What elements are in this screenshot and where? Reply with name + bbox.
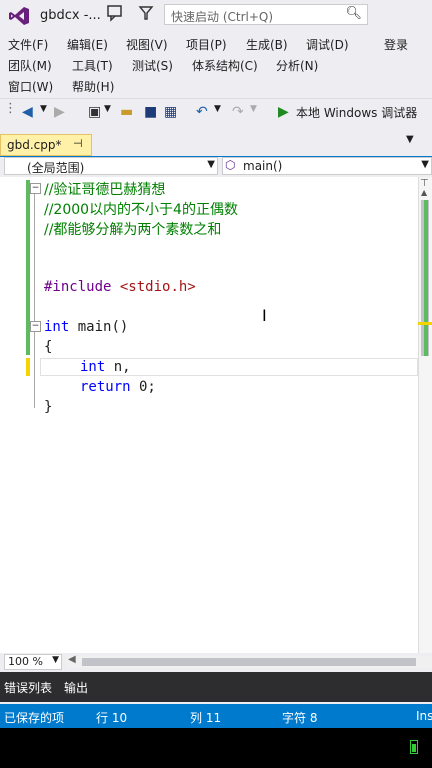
save-icon[interactable]: ■ xyxy=(144,104,157,120)
tab-label: gbd.cpp* xyxy=(7,138,62,152)
keyword: return xyxy=(80,379,131,395)
search-icon[interactable]: 🔍︎ xyxy=(345,6,362,21)
menu-file[interactable]: 文件(F) xyxy=(8,36,48,53)
scope-value: (全局范围) xyxy=(27,161,85,175)
quick-launch-placeholder: 快速启动 (Ctrl+Q) xyxy=(171,10,274,24)
redo-icon[interactable]: ↷ xyxy=(232,104,244,120)
quick-launch-input[interactable]: 快速启动 (Ctrl+Q) 🔍︎ xyxy=(164,4,368,25)
horizontal-scroll-thumb[interactable] xyxy=(82,658,416,666)
mouse-ibeam-cursor-icon: Ι xyxy=(262,306,267,325)
code-text: main() xyxy=(69,319,129,335)
include-header: <stdio.h> xyxy=(119,279,196,295)
function-value: main() xyxy=(243,159,283,173)
code-line-3: //都能够分解为两个素数之和 xyxy=(44,222,222,238)
chevron-down-icon[interactable]: ▼ xyxy=(207,159,215,170)
scroll-left-icon[interactable]: ◀ xyxy=(68,654,76,665)
start-debugging-button[interactable]: 本地 Windows 调试器 xyxy=(296,104,417,121)
start-debugging-icon[interactable]: ▶ xyxy=(278,104,289,120)
collapse-icon[interactable]: − xyxy=(30,183,41,194)
tab-gbd-cpp[interactable]: gbd.cpp* ⊣ xyxy=(0,134,92,156)
toolbar-grip-icon: ⋮ xyxy=(4,101,17,116)
menu-test[interactable]: 测试(S) xyxy=(132,57,173,74)
menu-view[interactable]: 视图(V) xyxy=(126,36,168,53)
zoom-value: 100 % xyxy=(8,655,43,668)
function-icon: ⬡ xyxy=(225,158,236,172)
chevron-down-icon[interactable]: ▼ xyxy=(250,104,257,114)
keyword: int xyxy=(80,359,106,375)
menu-window[interactable]: 窗口(W) xyxy=(8,78,53,95)
collapse-icon[interactable]: − xyxy=(30,321,41,332)
tab-output[interactable]: 输出 xyxy=(64,679,88,696)
screen-footer xyxy=(0,728,432,768)
window-title: gbdcx -... xyxy=(40,8,101,23)
function-dropdown[interactable]: ⬡ main() ▼ xyxy=(222,157,432,175)
code-line-close-brace: } xyxy=(44,399,53,415)
menu-edit[interactable]: 编辑(E) xyxy=(67,36,108,53)
menu-project[interactable]: 项目(P) xyxy=(186,36,227,53)
menu-debug[interactable]: 调试(D) xyxy=(306,36,349,53)
code-line-2: //2000以内的不小于4的正偶数 xyxy=(44,202,238,218)
new-project-icon[interactable]: ▣ xyxy=(88,104,101,120)
code-text: n, xyxy=(105,359,131,375)
code-line-include: #include <stdio.h> xyxy=(44,279,196,295)
battery-icon xyxy=(410,740,418,754)
preprocessor-directive: #include xyxy=(44,279,112,295)
save-all-icon[interactable]: ▦ xyxy=(164,104,177,120)
visual-studio-logo-icon xyxy=(9,7,29,25)
code-line-open-brace: { xyxy=(44,339,53,355)
zoom-dropdown[interactable]: 100 % ▼ xyxy=(4,654,62,670)
undo-icon[interactable]: ↶ xyxy=(196,104,208,120)
feedback-icon[interactable] xyxy=(106,4,124,22)
chevron-down-icon[interactable]: ▼ xyxy=(104,104,111,114)
status-column: 列 11 xyxy=(190,711,222,725)
status-character: 字符 8 xyxy=(282,711,318,725)
chevron-down-icon[interactable]: ▼ xyxy=(421,159,429,170)
tab-error-list[interactable]: 错误列表 xyxy=(4,679,52,696)
code-line-return: return 0; xyxy=(80,379,156,395)
menu-analyze[interactable]: 分析(N) xyxy=(276,57,318,74)
chevron-down-icon[interactable]: ▼ xyxy=(40,104,47,114)
outlining-line xyxy=(34,190,35,408)
scope-dropdown[interactable]: (全局范围) ▼ xyxy=(4,157,218,175)
scroll-up-icon[interactable]: ▲ xyxy=(421,188,427,197)
code-line-declaration: int n, xyxy=(80,359,131,375)
status-saved: 已保存的项 xyxy=(4,711,65,725)
unsaved-changes-margin xyxy=(26,358,30,376)
scroll-change-marker xyxy=(424,200,428,356)
tab-overflow-icon[interactable]: ▼ xyxy=(406,134,414,145)
status-insert-mode: Ins xyxy=(416,709,432,723)
chevron-down-icon[interactable]: ▼ xyxy=(214,104,221,114)
code-editor[interactable] xyxy=(0,177,432,653)
back-icon[interactable]: ◀ xyxy=(22,104,33,120)
menu-tools[interactable]: 工具(T) xyxy=(72,57,113,74)
forward-icon[interactable]: ▶ xyxy=(54,104,65,120)
status-row: 行 10 xyxy=(96,711,128,725)
open-file-icon[interactable]: ▬ xyxy=(120,104,133,120)
menu-architecture[interactable]: 体系结构(C) xyxy=(192,57,258,74)
chevron-down-icon[interactable]: ▼ xyxy=(52,655,59,665)
keyword: int xyxy=(44,319,70,335)
menu-team[interactable]: 团队(M) xyxy=(8,57,52,74)
pin-icon[interactable]: ⊣ xyxy=(73,137,83,150)
scroll-caret-marker xyxy=(418,322,432,325)
code-text: 0; xyxy=(130,379,156,395)
filter-icon[interactable] xyxy=(138,4,154,22)
menu-help[interactable]: 帮助(H) xyxy=(72,78,114,95)
menu-build[interactable]: 生成(B) xyxy=(246,36,288,53)
code-line-1: //验证哥德巴赫猜想 xyxy=(44,182,166,198)
code-line-main: int main() xyxy=(44,319,128,335)
login-link[interactable]: 登录 xyxy=(384,36,408,53)
